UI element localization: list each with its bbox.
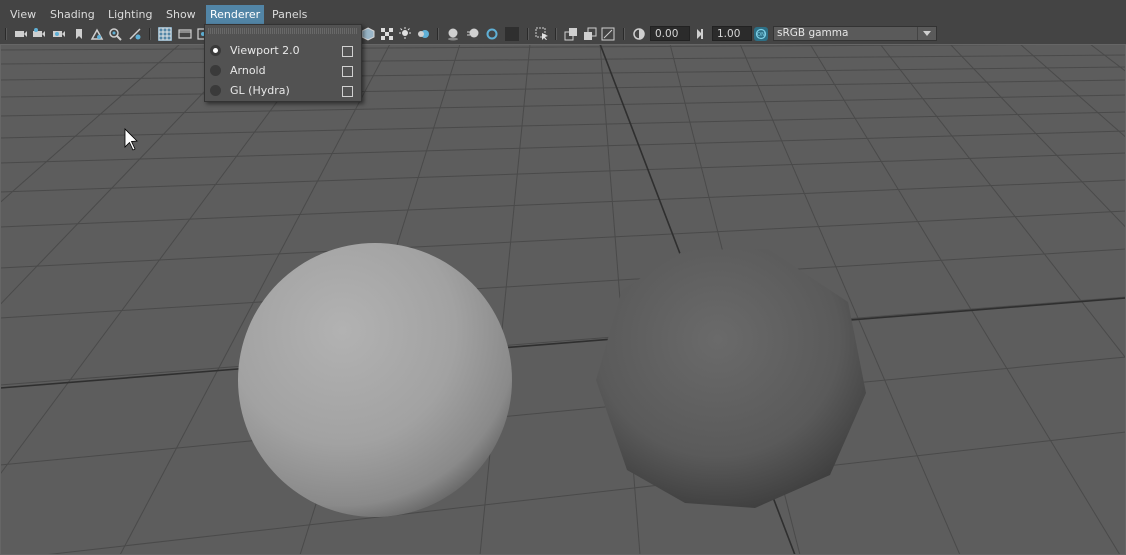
motion-blur-icon[interactable] [466,27,480,41]
renderer-item-label: GL (Hydra) [230,84,290,97]
toolbar-separator [555,28,557,40]
panel-toolbar: 0.00 1.00 ON sRGB gamma [0,24,1126,45]
image-plane-icon[interactable] [90,27,104,41]
exposure-field[interactable]: 0.00 [650,26,690,41]
menu-panels[interactable]: Panels [268,5,311,24]
color-space-label: sRGB gamma [777,27,849,39]
textured-icon[interactable] [361,27,375,41]
renderer-dropdown-menu: Viewport 2.0 Arnold GL (Hydra) [204,24,362,102]
maya-viewport-panel: View Shading Lighting Show Renderer Pane… [0,0,1126,555]
isolate-select-icon[interactable] [505,27,519,41]
lights-icon[interactable] [398,27,412,41]
xray-icon[interactable] [535,27,549,41]
renderer-item-arnold[interactable]: Arnold [205,61,361,81]
toolbar-separator [5,28,7,40]
low-poly-sphere-object[interactable] [596,249,866,508]
anti-aliasing-icon[interactable] [485,27,499,41]
toolbar-separator [437,28,439,40]
renderer-item-label: Viewport 2.0 [230,44,300,57]
toolbar-separator [149,28,151,40]
option-box-icon[interactable] [342,46,353,57]
menu-tearoff-handle[interactable] [208,28,358,34]
smooth-wireframe-icon[interactable] [601,27,615,41]
ambient-occlusion-icon[interactable] [446,27,460,41]
radio-icon[interactable] [210,65,221,76]
menu-show[interactable]: Show [162,5,200,24]
menu-renderer[interactable]: Renderer [206,5,265,24]
gamma-icon[interactable] [693,27,707,41]
toolbar-separator [623,28,625,40]
renderer-item-gl-hydra[interactable]: GL (Hydra) [205,81,361,101]
svg-text:ON: ON [757,32,765,38]
option-box-icon[interactable] [342,86,353,97]
toolbar-separator [527,28,529,40]
renderer-item-label: Arnold [230,64,266,77]
camera-icon[interactable] [14,27,28,41]
menu-shading[interactable]: Shading [46,5,99,24]
radio-icon[interactable] [210,85,221,96]
option-box-icon[interactable] [342,66,353,77]
3d-viewport[interactable] [0,44,1126,555]
panel-menu-bar: View Shading Lighting Show Renderer Pane… [0,5,1126,24]
bookmark-icon[interactable] [72,27,86,41]
radio-selected-icon[interactable] [210,45,221,56]
menu-view[interactable]: View [6,5,40,24]
chevron-down-icon [917,27,936,40]
wireframe-shaded-icon[interactable] [564,27,578,41]
menu-lighting[interactable]: Lighting [104,5,156,24]
renderer-item-viewport2[interactable]: Viewport 2.0 [205,41,361,61]
checker-icon[interactable] [380,27,394,41]
shadows-icon[interactable] [416,27,430,41]
gamma-field[interactable]: 1.00 [712,26,752,41]
backface-culling-icon[interactable] [583,27,597,41]
camera-select-icon[interactable] [52,27,66,41]
grid-icon[interactable] [158,27,172,41]
exposure-icon[interactable] [632,27,646,41]
viewport-background [0,44,1126,555]
two-d-pan-icon[interactable] [128,27,142,41]
sphere-object[interactable] [238,243,512,517]
camera-attributes-icon[interactable] [32,27,46,41]
color-management-icon[interactable]: ON [754,27,768,41]
grease-pencil-icon[interactable] [108,27,122,41]
viewport-scene [0,44,1126,555]
film-gate-icon[interactable] [178,27,192,41]
color-space-dropdown[interactable]: sRGB gamma [773,26,937,41]
